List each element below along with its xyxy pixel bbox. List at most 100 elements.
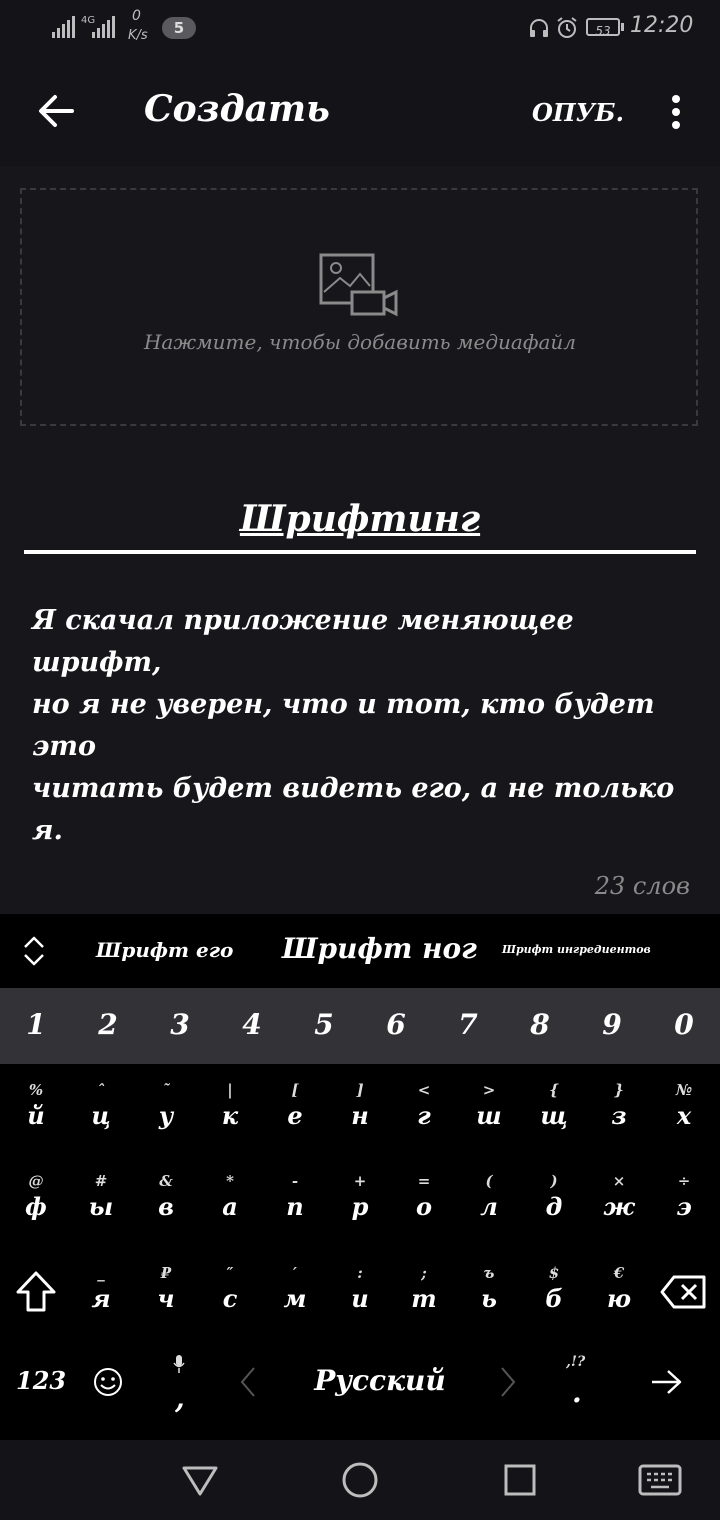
key-main-label: я [91, 1284, 111, 1313]
key-row1-8[interactable]: {щ [524, 1079, 584, 1131]
emoji-icon[interactable] [93, 1367, 123, 1397]
key-main-label: ш [476, 1101, 502, 1130]
key-row1-10[interactable]: № х [654, 1079, 714, 1131]
clock: 12:20 [630, 13, 694, 38]
shift-icon[interactable] [14, 1270, 58, 1314]
symbols-key[interactable]: 123 [16, 1366, 66, 1395]
alarm-icon [557, 17, 577, 38]
key-row1-4[interactable]: [е [265, 1079, 325, 1131]
publish-button[interactable]: ОПУБ. [532, 98, 624, 127]
signal-icon-2 [92, 16, 115, 38]
number-key-4[interactable]: 4 [222, 1008, 282, 1041]
key-row1-6[interactable]: < г [394, 1079, 454, 1131]
key-row1-7[interactable]: > ш [459, 1079, 519, 1131]
backspace-icon[interactable] [660, 1274, 708, 1310]
body-line: читать будет видеть его, а не только я. [32, 773, 675, 846]
key-row2-7[interactable]: (л [459, 1170, 519, 1222]
number-key-7[interactable]: 7 [438, 1008, 498, 1041]
key-main-label: л [480, 1192, 498, 1221]
key-row1-1[interactable]: ˆц [71, 1079, 131, 1131]
back-arrow-icon[interactable] [36, 92, 76, 130]
cursor-right-icon[interactable] [498, 1366, 518, 1398]
key-alt-label: ъ [483, 1264, 495, 1282]
key-alt-label: ( [485, 1172, 493, 1190]
suggestion-2[interactable]: Шрифт ног [282, 932, 477, 965]
key-row1-0[interactable]: % й [6, 1079, 66, 1131]
battery-level: 53 [595, 24, 611, 38]
word-count: 23 слов [594, 872, 690, 900]
key-row2-10[interactable]: ÷ э [654, 1170, 714, 1222]
key-alt-label: } [614, 1081, 624, 1099]
key-alt-label: : [357, 1264, 363, 1282]
mic-icon [173, 1355, 185, 1373]
arrow-right-icon[interactable] [650, 1368, 684, 1396]
key-row3-1[interactable]: ₽ ч [136, 1262, 196, 1314]
period-key[interactable]: . [572, 1376, 582, 1409]
comma-key[interactable]: , [175, 1382, 185, 1415]
key-row2-9[interactable]: × ж [589, 1170, 649, 1222]
key-alt-label: ′ [293, 1264, 297, 1282]
key-row3-6[interactable]: ъь [459, 1262, 519, 1314]
key-row1-9[interactable]: } з [589, 1079, 649, 1131]
key-alt-label: + [353, 1172, 367, 1190]
number-key-6[interactable]: 6 [366, 1008, 426, 1041]
key-main-label: й [27, 1101, 45, 1130]
key-alt-label: * [226, 1172, 234, 1190]
key-main-label: с [222, 1284, 238, 1313]
key-main-label: в [158, 1192, 174, 1221]
key-alt-label: - [291, 1172, 299, 1190]
signal-icon [52, 16, 75, 38]
key-row3-8[interactable]: € ю [589, 1262, 649, 1314]
number-key-9[interactable]: 9 [582, 1008, 642, 1041]
number-key-1[interactable]: 1 [6, 1008, 66, 1041]
battery-icon: 53 [586, 18, 620, 38]
key-alt-label: ÷ [677, 1172, 691, 1190]
net-speed-value: 0 [132, 8, 141, 24]
key-row2-5[interactable]: + р [330, 1170, 390, 1222]
key-row3-4[interactable]: :и [330, 1262, 390, 1314]
number-key-2[interactable]: 2 [78, 1008, 138, 1041]
number-key-0[interactable]: 0 [654, 1008, 714, 1041]
key-main-label: а [222, 1192, 238, 1221]
key-row1-5[interactable]: ] н [330, 1079, 390, 1131]
cursor-left-icon[interactable] [238, 1366, 258, 1398]
key-row2-0[interactable]: @ ф [6, 1170, 66, 1222]
number-key-8[interactable]: 8 [510, 1008, 570, 1041]
key-alt-label: № [675, 1081, 693, 1099]
headphones-icon [530, 19, 548, 37]
keyboard-icon[interactable] [638, 1464, 682, 1496]
recents-square-icon[interactable] [502, 1462, 538, 1498]
body-line: Я скачал приложение меняющее шрифт, [32, 605, 574, 678]
key-main-label: ф [25, 1192, 47, 1221]
key-row3-7[interactable]: $ б [524, 1262, 584, 1314]
status-bar: 4G 0 K/s 5 53 12:20 [0, 0, 720, 56]
key-alt-label: _ [97, 1264, 105, 1282]
space-key[interactable]: Русский [280, 1364, 480, 1397]
number-key-3[interactable]: 3 [150, 1008, 210, 1041]
back-triangle-icon[interactable] [180, 1462, 220, 1498]
number-key-5[interactable]: 5 [294, 1008, 354, 1041]
home-circle-icon[interactable] [340, 1460, 380, 1500]
key-row2-1[interactable]: # ы [71, 1170, 131, 1222]
key-alt-label: ˜ [162, 1081, 170, 1099]
key-row3-0[interactable]: _ я [71, 1262, 131, 1314]
key-row1-3[interactable]: | к [200, 1079, 260, 1131]
post-title[interactable]: Шрифтинг [0, 498, 720, 540]
key-row2-3[interactable]: * а [200, 1170, 260, 1222]
key-row2-4[interactable]: -п [265, 1170, 325, 1222]
more-vertical-icon[interactable] [668, 94, 684, 130]
key-row3-2[interactable]: ″ с [200, 1262, 260, 1314]
key-alt-label: { [549, 1081, 559, 1099]
chevron-up-down-icon[interactable] [22, 934, 46, 968]
key-row2-8[interactable]: ) д [524, 1170, 584, 1222]
suggestion-1[interactable]: Шрифт его [96, 938, 233, 962]
key-row3-5[interactable]: ; т [394, 1262, 454, 1314]
key-row2-2[interactable]: & в [136, 1170, 196, 1222]
key-row2-6[interactable]: = о [394, 1170, 454, 1222]
post-body[interactable]: Я скачал приложение меняющее шрифт, но я… [32, 600, 692, 852]
suggestion-3[interactable]: Шрифт ингредиентов [502, 943, 651, 956]
key-alt-label: ″ [226, 1264, 234, 1282]
key-row3-3[interactable]: ′ м [265, 1262, 325, 1314]
key-row1-2[interactable]: ˜ у [136, 1079, 196, 1131]
add-media-text: Нажмите, чтобы добавить медиафайл [143, 330, 577, 354]
